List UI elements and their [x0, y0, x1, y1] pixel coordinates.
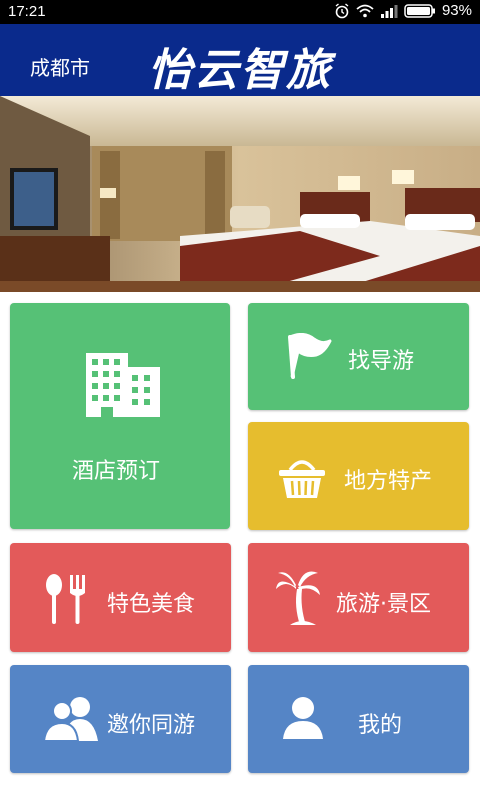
- tile-hotel-label: 酒店预订: [72, 459, 161, 484]
- hotel-room-illustration: [0, 96, 480, 292]
- tile-local-specialty[interactable]: 地方特产: [248, 422, 469, 530]
- basket-icon: [279, 460, 325, 498]
- utensils-icon: [46, 574, 85, 624]
- banner-image[interactable]: [0, 96, 480, 292]
- tile-hotel-booking[interactable]: 酒店预订: [10, 303, 230, 529]
- tile-special-food[interactable]: 特色美食: [10, 543, 231, 652]
- tile-invite-travel[interactable]: 邀你同游: [10, 665, 231, 773]
- brand-logo-text: 怡云智旅: [148, 45, 332, 96]
- tile-local-label: 地方特产: [344, 469, 433, 494]
- tile-invite-label: 邀你同游: [107, 713, 196, 738]
- tile-my-profile[interactable]: 我的: [248, 665, 469, 773]
- tile-tour-scenic[interactable]: 旅游·景区: [248, 543, 469, 652]
- status-time: 17:21: [8, 3, 46, 20]
- tile-guide-label: 找导游: [348, 349, 415, 374]
- tile-food-label: 特色美食: [107, 592, 196, 617]
- alarm-icon: [335, 2, 349, 18]
- battery-percent: 93%: [441, 2, 472, 19]
- app-header: 成都市 怡云智旅: [0, 24, 480, 96]
- building-icon: [86, 353, 160, 417]
- battery-icon: [404, 3, 435, 18]
- flag-icon: [288, 333, 332, 379]
- palm-tree-icon: [276, 571, 320, 625]
- tile-scenic-label: 旅游·景区: [336, 592, 431, 617]
- tile-mine-label: 我的: [358, 713, 403, 738]
- status-icons: 93%: [334, 2, 472, 19]
- city-selector[interactable]: 成都市: [30, 52, 90, 81]
- people-icon: [42, 697, 98, 742]
- tile-find-guide[interactable]: 找导游: [248, 303, 469, 410]
- user-icon: [283, 697, 323, 739]
- signal-icon: [380, 4, 398, 18]
- wifi-icon: [356, 4, 374, 17]
- status-bar: 17:21 93%: [0, 0, 480, 24]
